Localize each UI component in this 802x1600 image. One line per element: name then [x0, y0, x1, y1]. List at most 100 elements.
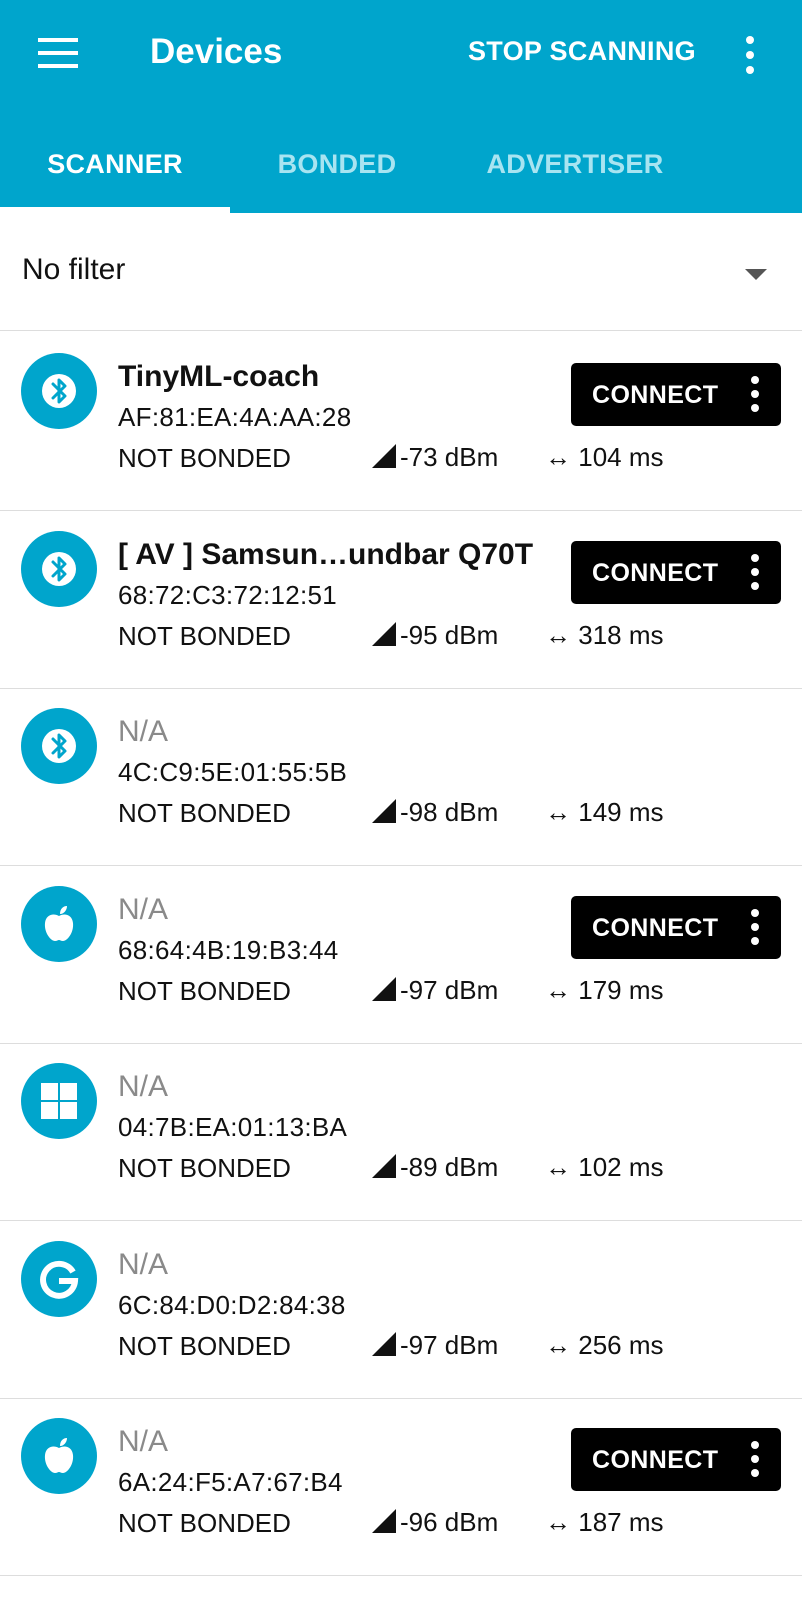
- rssi-value: -95 dBm: [400, 619, 499, 650]
- signal-strength-icon: [372, 1509, 396, 1533]
- interval-arrows-icon: ↔: [545, 619, 571, 650]
- interval-value: 318 ms: [578, 619, 664, 650]
- connect-label: CONNECT: [592, 913, 719, 942]
- apple-icon: [21, 885, 97, 962]
- signal-strength-icon: [372, 444, 396, 468]
- bluetooth-icon: [21, 530, 97, 607]
- device-name: N/A: [118, 1425, 169, 1458]
- connect-button[interactable]: CONNECT: [571, 363, 781, 426]
- signal-strength-icon: [372, 621, 396, 646]
- advertising-interval: ↔ 256 ms: [545, 1330, 664, 1361]
- tab-scanner[interactable]: SCANNER: [0, 120, 230, 213]
- windows-icon: [21, 1063, 97, 1139]
- bond-state: NOT BONDED: [118, 798, 291, 828]
- rssi: -98 dBm: [372, 797, 498, 828]
- device-address: 68:64:4B:19:B3:44: [118, 934, 339, 965]
- interval-arrows-icon: ↔: [545, 974, 571, 1005]
- signal-strength-icon: [372, 1154, 396, 1178]
- rssi-value: -97 dBm: [400, 1329, 499, 1360]
- advertising-interval: ↔ 102 ms: [545, 1152, 664, 1183]
- device-name: N/A: [118, 1247, 169, 1281]
- device-address: 6C:84:D0:D2:84:38: [118, 1289, 346, 1320]
- device-row[interactable]: N/A 6A:24:F5:A7:67:B4 NOT BONDED -96 dBm…: [0, 1395, 802, 1576]
- rssi: -89 dBm: [372, 1152, 498, 1183]
- connect-label: CONNECT: [592, 381, 719, 409]
- rssi-value: -97 dBm: [400, 974, 499, 1005]
- rssi: -97 dBm: [372, 975, 498, 1006]
- more-vert-icon[interactable]: [747, 376, 763, 414]
- device-row[interactable]: N/A 04:7B:EA:01:13:BA NOT BONDED -89 dBm…: [0, 1040, 802, 1221]
- device-row[interactable]: N/A 6C:84:D0:D2:84:38 NOT BONDED -97 dBm…: [0, 1218, 802, 1399]
- device-address: AF:81:EA:4A:AA:28: [118, 402, 352, 432]
- hamburger-menu-icon[interactable]: [38, 38, 78, 68]
- device-address: 6A:24:F5:A7:67:B4: [118, 1467, 343, 1497]
- rssi: -96 dBm: [372, 1507, 498, 1538]
- bond-state: NOT BONDED: [118, 975, 291, 1006]
- device-row[interactable]: N/A 4C:C9:5E:01:55:5B NOT BONDED -98 dBm…: [0, 685, 802, 866]
- device-row[interactable]: TinyML-coach AF:81:EA:4A:AA:28 NOT BONDE…: [0, 330, 802, 511]
- advertising-interval: ↔ 149 ms: [545, 797, 664, 828]
- filter-dropdown[interactable]: No filter: [0, 213, 802, 331]
- bond-state: NOT BONDED: [118, 443, 291, 473]
- rssi-value: -98 dBm: [400, 797, 499, 827]
- signal-strength-icon: [372, 1331, 396, 1356]
- interval-value: 104 ms: [578, 442, 664, 472]
- interval-value: 256 ms: [578, 1329, 664, 1360]
- rssi: -95 dBm: [372, 620, 498, 651]
- more-vert-icon[interactable]: [747, 908, 763, 947]
- connect-button[interactable]: CONNECT: [571, 540, 781, 604]
- rssi: -73 dBm: [372, 442, 498, 473]
- page-title: Devices: [150, 32, 283, 71]
- connect-button[interactable]: CONNECT: [571, 895, 781, 959]
- bluetooth-icon: [21, 708, 97, 784]
- google-icon: [21, 1240, 97, 1317]
- dropdown-arrow-icon: [745, 269, 767, 280]
- device-address: 68:72:C3:72:12:51: [118, 579, 338, 610]
- interval-value: 187 ms: [578, 1507, 664, 1537]
- connect-label: CONNECT: [592, 1446, 719, 1474]
- advertising-interval: ↔ 318 ms: [545, 620, 664, 651]
- rssi: -97 dBm: [372, 1330, 498, 1361]
- device-row[interactable]: [ AV ] Samsun…undbar Q70T 68:72:C3:72:12…: [0, 508, 802, 689]
- bond-state: NOT BONDED: [118, 1330, 291, 1361]
- device-address: 4C:C9:5E:01:55:5B: [118, 757, 348, 787]
- rssi-value: -89 dBm: [400, 1152, 499, 1182]
- device-name: N/A: [118, 1070, 169, 1103]
- advertising-interval: ↔ 187 ms: [545, 1507, 664, 1538]
- bond-state: NOT BONDED: [118, 1153, 291, 1183]
- apple-icon: [21, 1418, 97, 1494]
- more-vert-icon[interactable]: [747, 1441, 763, 1479]
- device-address: 04:7B:EA:01:13:BA: [118, 1112, 348, 1142]
- interval-arrows-icon: ↔: [545, 1507, 571, 1537]
- signal-strength-icon: [372, 799, 396, 823]
- bluetooth-icon: [21, 353, 97, 429]
- interval-value: 102 ms: [578, 1152, 664, 1182]
- interval-value: 179 ms: [578, 974, 664, 1005]
- signal-strength-icon: [372, 976, 396, 1001]
- more-vert-icon[interactable]: [747, 553, 763, 592]
- interval-arrows-icon: ↔: [545, 797, 571, 827]
- advertising-interval: ↔ 104 ms: [545, 442, 664, 473]
- bond-state: NOT BONDED: [118, 1508, 291, 1538]
- tab-bonded[interactable]: BONDED: [222, 120, 452, 213]
- rssi-value: -73 dBm: [400, 442, 499, 472]
- device-row[interactable]: N/A 68:64:4B:19:B3:44 NOT BONDED -97 dBm…: [0, 863, 802, 1044]
- filter-label: No filter: [22, 253, 126, 286]
- interval-value: 149 ms: [578, 797, 664, 827]
- app-bar: Devices STOP SCANNING SCANNER BONDED ADV…: [0, 0, 802, 213]
- connect-button[interactable]: CONNECT: [571, 1428, 781, 1491]
- device-name: N/A: [118, 892, 169, 926]
- rssi-value: -96 dBm: [400, 1507, 499, 1537]
- tab-advertiser[interactable]: ADVERTISER: [460, 120, 690, 213]
- interval-arrows-icon: ↔: [545, 1152, 571, 1182]
- tab-bar: SCANNER BONDED ADVERTISER: [0, 120, 802, 213]
- advertising-interval: ↔ 179 ms: [545, 975, 664, 1006]
- more-vert-icon[interactable]: [742, 36, 758, 76]
- device-name: TinyML-coach: [118, 360, 320, 393]
- interval-arrows-icon: ↔: [545, 442, 571, 472]
- device-name: [ AV ] Samsun…undbar Q70T: [118, 537, 534, 571]
- bond-state: NOT BONDED: [118, 620, 291, 651]
- connect-label: CONNECT: [592, 558, 719, 587]
- stop-scanning-button[interactable]: STOP SCANNING: [468, 36, 696, 67]
- interval-arrows-icon: ↔: [545, 1329, 571, 1360]
